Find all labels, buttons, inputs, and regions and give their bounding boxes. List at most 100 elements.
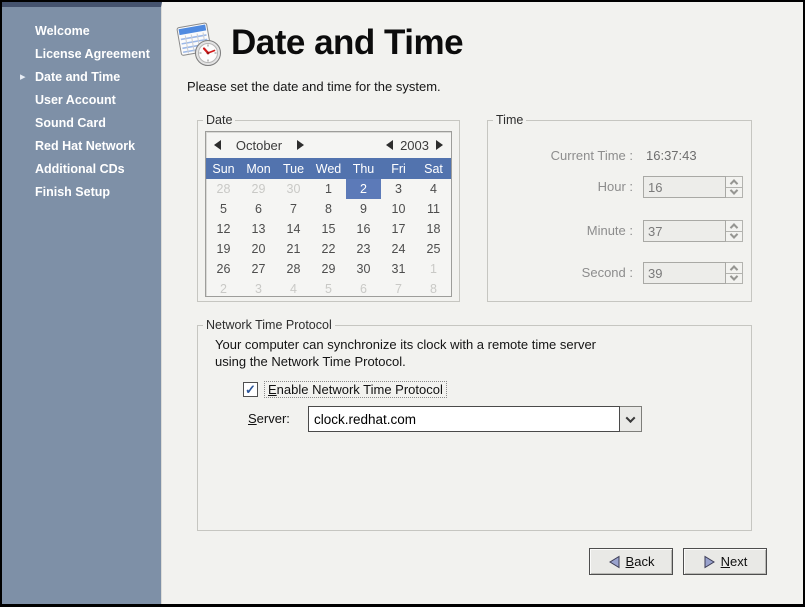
calendar-day[interactable]: 10 bbox=[381, 199, 416, 219]
page-subtitle: Please set the date and time for the sys… bbox=[187, 79, 441, 94]
calendar-day[interactable]: 29 bbox=[241, 179, 276, 199]
back-arrow-icon bbox=[608, 555, 621, 569]
sidebar-item-sound-card[interactable]: Sound Card bbox=[2, 112, 161, 135]
calendar-day[interactable]: 25 bbox=[416, 239, 451, 259]
weekday-header-cell: Wed bbox=[311, 162, 346, 176]
server-input[interactable] bbox=[308, 406, 620, 432]
next-year-icon[interactable] bbox=[436, 140, 443, 150]
calendar-day[interactable]: 27 bbox=[241, 259, 276, 279]
calendar-day[interactable]: 6 bbox=[346, 279, 381, 299]
calendar-day[interactable]: 24 bbox=[381, 239, 416, 259]
calendar-day[interactable]: 1 bbox=[311, 179, 346, 199]
sidebar-step-list: WelcomeLicense Agreement▸Date and TimeUs… bbox=[2, 7, 161, 204]
calendar-day[interactable]: 6 bbox=[241, 199, 276, 219]
enable-ntp-checkbox-label[interactable]: Enable Network Time Protocol bbox=[264, 381, 447, 398]
server-combobox bbox=[308, 406, 642, 432]
next-button[interactable]: Next bbox=[683, 548, 767, 575]
hour-spin-down-button[interactable] bbox=[726, 188, 743, 199]
minute-input[interactable] bbox=[643, 220, 726, 242]
calendar-day[interactable]: 13 bbox=[241, 219, 276, 239]
sidebar-item-red-hat-network[interactable]: Red Hat Network bbox=[2, 135, 161, 158]
calendar-day[interactable]: 9 bbox=[346, 199, 381, 219]
prev-month-icon[interactable] bbox=[214, 140, 221, 150]
calendar-day[interactable]: 22 bbox=[311, 239, 346, 259]
minute-spin-up-button[interactable] bbox=[726, 220, 743, 232]
calendar-day[interactable]: 4 bbox=[276, 279, 311, 299]
calendar-day[interactable]: 29 bbox=[311, 259, 346, 279]
current-time-label: Current Time : bbox=[551, 145, 633, 167]
prev-year-icon[interactable] bbox=[386, 140, 393, 150]
calendar-day[interactable]: 12 bbox=[206, 219, 241, 239]
wizard-step-sidebar: WelcomeLicense Agreement▸Date and TimeUs… bbox=[2, 2, 162, 604]
calendar-day[interactable]: 7 bbox=[381, 279, 416, 299]
sidebar-item-label: Finish Setup bbox=[35, 185, 110, 199]
calendar-day[interactable]: 11 bbox=[416, 199, 451, 219]
calendar-day[interactable]: 15 bbox=[311, 219, 346, 239]
calendar-day[interactable]: 30 bbox=[346, 259, 381, 279]
calendar-day[interactable]: 28 bbox=[276, 259, 311, 279]
sidebar-item-finish-setup[interactable]: Finish Setup bbox=[2, 181, 161, 204]
calendar-day[interactable]: 21 bbox=[276, 239, 311, 259]
calendar-day[interactable]: 23 bbox=[346, 239, 381, 259]
sidebar-item-date-and-time[interactable]: ▸Date and Time bbox=[2, 66, 161, 89]
hour-input[interactable] bbox=[643, 176, 726, 198]
time-group: Time Current Time : 16:37:43 Hour :Minut… bbox=[487, 120, 752, 302]
calendar-day[interactable]: 2 bbox=[206, 279, 241, 299]
ntp-description-line1: Your computer can synchronize its clock … bbox=[215, 336, 596, 353]
calendar-day[interactable]: 4 bbox=[416, 179, 451, 199]
calendar-day[interactable]: 17 bbox=[381, 219, 416, 239]
calendar-day[interactable]: 2 bbox=[346, 179, 381, 199]
calendar-day[interactable]: 8 bbox=[311, 199, 346, 219]
time-group-label: Time bbox=[493, 113, 526, 127]
chevron-down-icon bbox=[730, 187, 738, 195]
minute-spinner bbox=[643, 220, 743, 242]
date-time-calendar-clock-icon bbox=[173, 17, 225, 69]
weekday-header-cell: Fri bbox=[381, 162, 416, 176]
calendar-year-label: 2003 bbox=[400, 138, 429, 153]
sidebar-item-license-agreement[interactable]: License Agreement bbox=[2, 43, 161, 66]
calendar-day-grid: 2829301234567891011121314151617181920212… bbox=[206, 179, 451, 299]
second-input[interactable] bbox=[643, 262, 726, 284]
weekday-header-cell: Sun bbox=[206, 162, 241, 176]
calendar-day[interactable]: 1 bbox=[416, 259, 451, 279]
sidebar-item-welcome[interactable]: Welcome bbox=[2, 20, 161, 43]
calendar-day[interactable]: 18 bbox=[416, 219, 451, 239]
calendar-day[interactable]: 30 bbox=[276, 179, 311, 199]
calendar-widget: October 2003 SunMonTueWedThuFriSat 28293… bbox=[205, 131, 452, 297]
calendar-day[interactable]: 8 bbox=[416, 279, 451, 299]
hour-spin-up-button[interactable] bbox=[726, 176, 743, 188]
calendar-day[interactable]: 7 bbox=[276, 199, 311, 219]
hour-spin-buttons bbox=[726, 176, 743, 198]
calendar-day[interactable]: 20 bbox=[241, 239, 276, 259]
calendar-day[interactable]: 31 bbox=[381, 259, 416, 279]
calendar-day[interactable]: 3 bbox=[241, 279, 276, 299]
calendar-day[interactable]: 5 bbox=[311, 279, 346, 299]
next-button-label: Next bbox=[721, 554, 748, 569]
weekday-header-cell: Thu bbox=[346, 162, 381, 176]
chevron-down-icon bbox=[730, 231, 738, 239]
enable-ntp-checkbox[interactable]: ✓ bbox=[243, 382, 258, 397]
sidebar-item-user-account[interactable]: User Account bbox=[2, 89, 161, 112]
sidebar-item-additional-cds[interactable]: Additional CDs bbox=[2, 158, 161, 181]
calendar-day[interactable]: 26 bbox=[206, 259, 241, 279]
sidebar-item-label: Date and Time bbox=[35, 70, 120, 84]
server-dropdown-button[interactable] bbox=[620, 406, 642, 432]
second-spin-up-button[interactable] bbox=[726, 262, 743, 274]
back-button[interactable]: Back bbox=[589, 548, 673, 575]
minute-spin-down-button[interactable] bbox=[726, 232, 743, 243]
minute-label: Minute : bbox=[587, 220, 633, 242]
calendar-day[interactable]: 5 bbox=[206, 199, 241, 219]
calendar-day[interactable]: 16 bbox=[346, 219, 381, 239]
next-month-icon[interactable] bbox=[297, 140, 304, 150]
server-label: Server: bbox=[248, 406, 290, 432]
hour-spinner bbox=[643, 176, 743, 198]
calendar-day[interactable]: 28 bbox=[206, 179, 241, 199]
chevron-down-icon bbox=[626, 413, 636, 423]
hour-row: Hour : bbox=[488, 176, 751, 198]
weekday-header-cell: Tue bbox=[276, 162, 311, 176]
calendar-day[interactable]: 3 bbox=[381, 179, 416, 199]
calendar-day[interactable]: 19 bbox=[206, 239, 241, 259]
calendar-day[interactable]: 14 bbox=[276, 219, 311, 239]
second-spin-down-button[interactable] bbox=[726, 274, 743, 285]
current-time-value: 16:37:43 bbox=[646, 145, 697, 167]
